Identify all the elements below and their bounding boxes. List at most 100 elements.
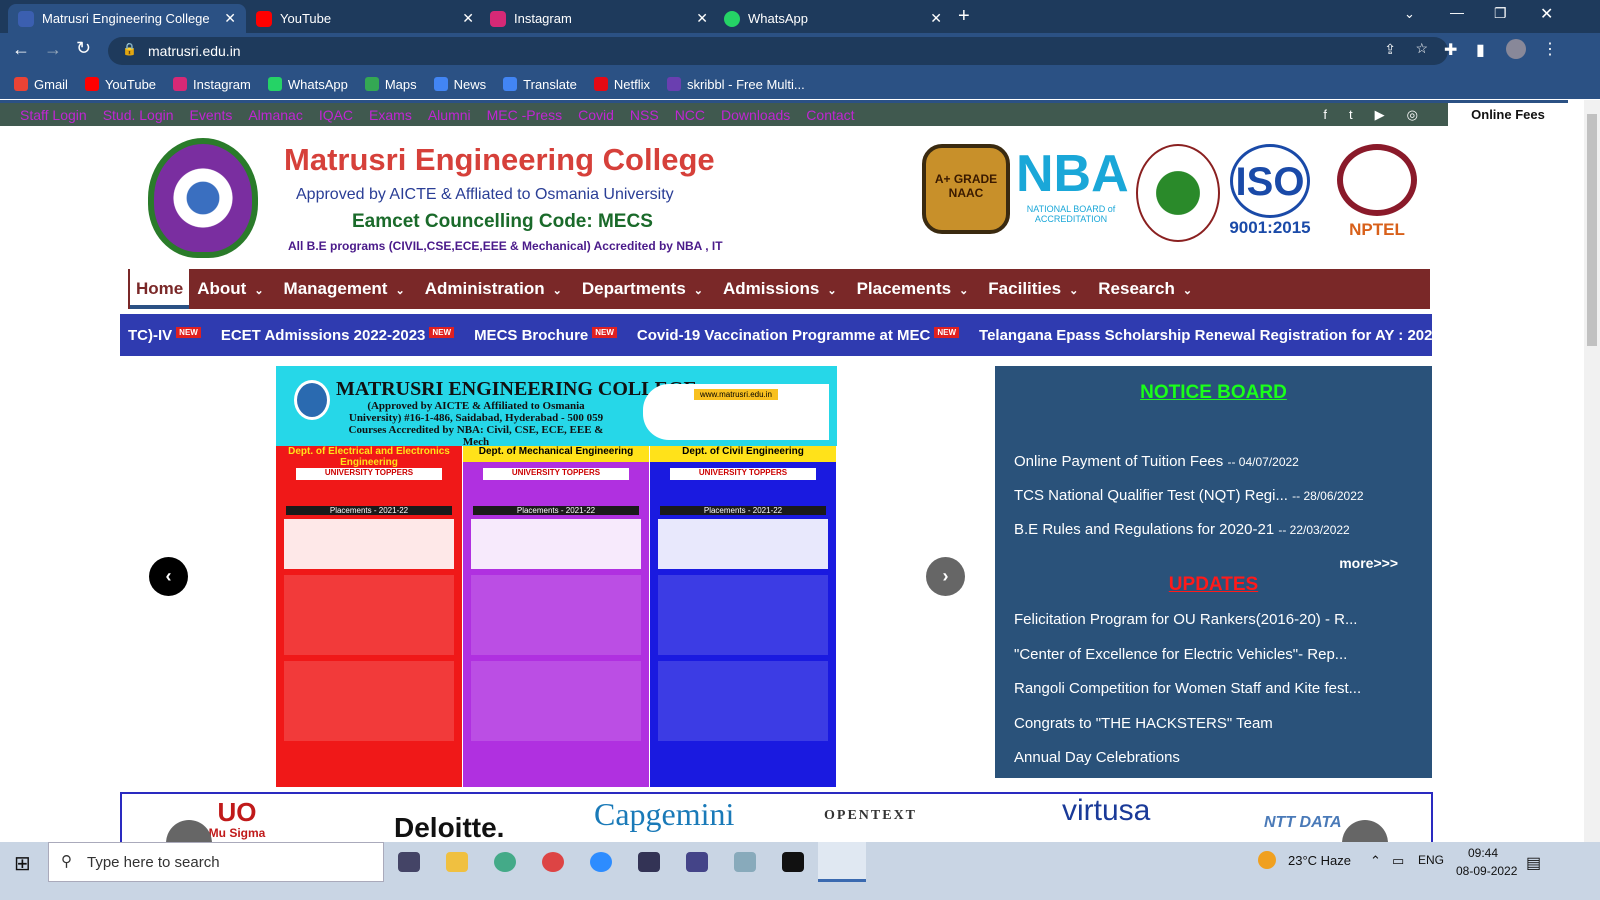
ticker-item[interactable]: MECS Brochure NEW: [474, 326, 617, 344]
notifications-icon[interactable]: ▤: [1526, 853, 1541, 873]
menu-item-research[interactable]: Research ⌄: [1090, 269, 1204, 309]
clock-time[interactable]: 09:44: [1468, 846, 1498, 860]
update-item[interactable]: Congrats to "THE HACKSTERS" Team: [1014, 715, 1273, 732]
bookmark-item[interactable]: Gmail: [14, 76, 68, 92]
update-item[interactable]: Rangoli Competition for Women Staff and …: [1014, 680, 1361, 697]
language-indicator[interactable]: ENG: [1418, 853, 1444, 867]
tab-youtube[interactable]: YouTube ✕: [246, 4, 484, 33]
college-crest-logo[interactable]: [148, 138, 258, 258]
terminal-icon[interactable]: [782, 852, 804, 872]
update-item[interactable]: Felicitation Program for OU Rankers(2016…: [1014, 611, 1357, 628]
carousel-next-button[interactable]: [1342, 820, 1388, 842]
ticker-item[interactable]: Covid-19 Vaccination Programme at MEC NEW: [637, 326, 960, 344]
topnav-link[interactable]: Covid: [578, 107, 614, 123]
bookmark-item[interactable]: YouTube: [84, 76, 156, 92]
bookmark-item[interactable]: Maps: [364, 76, 417, 92]
page-scrollbar[interactable]: [1584, 100, 1600, 842]
chrome-active-icon[interactable]: [818, 842, 866, 882]
close-tab-icon[interactable]: ✕: [462, 10, 474, 27]
menu-item-placements[interactable]: Placements ⌄: [849, 269, 981, 309]
forward-icon[interactable]: →: [44, 39, 62, 60]
bookmark-item[interactable]: Instagram: [173, 76, 251, 92]
topnav-link[interactable]: Events: [190, 107, 233, 123]
new-tab-icon[interactable]: +: [958, 5, 970, 28]
bookmark-item[interactable]: WhatsApp: [267, 76, 348, 92]
facebook-icon[interactable]: f: [1323, 107, 1327, 123]
topnav-link[interactable]: NSS: [630, 107, 659, 123]
instagram-icon[interactable]: ◎: [1407, 107, 1418, 123]
app-3d-icon[interactable]: [638, 852, 660, 872]
topnav-link[interactable]: Staff Login: [20, 107, 87, 123]
update-item[interactable]: "Center of Excellence for Electric Vehic…: [1014, 646, 1347, 663]
network-app-icon[interactable]: [686, 852, 708, 872]
zoom-icon[interactable]: [590, 852, 612, 872]
close-tab-icon[interactable]: ✕: [224, 10, 236, 27]
notepad-icon[interactable]: [734, 852, 756, 872]
topnav-link[interactable]: Stud. Login: [103, 107, 174, 123]
topnav-link[interactable]: NCC: [675, 107, 705, 123]
maximize-icon[interactable]: ❐: [1494, 5, 1507, 22]
scrollbar-thumb[interactable]: [1587, 114, 1597, 346]
tray-chevron-icon[interactable]: ⌃: [1370, 853, 1381, 869]
taskbar-search-input[interactable]: ⚲ Type here to search: [48, 842, 384, 882]
slider-next-button[interactable]: ›: [926, 557, 965, 596]
bookmark-item[interactable]: Translate: [503, 76, 577, 92]
task-view-icon[interactable]: [398, 852, 420, 872]
menu-item-facilities[interactable]: Facilities ⌄: [980, 269, 1090, 309]
chrome-profile-icon[interactable]: [542, 852, 564, 872]
file-explorer-icon[interactable]: [446, 852, 468, 872]
ticker-item[interactable]: TC)-IV NEW: [128, 326, 201, 344]
topnav-link[interactable]: Downloads: [721, 107, 790, 123]
side-panel-icon[interactable]: ▮: [1476, 40, 1485, 60]
notice-item[interactable]: B.E Rules and Regulations for 2020-21 --…: [1014, 521, 1350, 538]
menu-item-management[interactable]: Management ⌄: [276, 269, 417, 309]
tab-instagram[interactable]: Instagram ✕: [480, 4, 718, 33]
clock-date[interactable]: 08-09-2022: [1456, 864, 1517, 878]
topnav-link[interactable]: Almanac: [248, 107, 302, 123]
ticker-item[interactable]: Telangana Epass Scholarship Renewal Regi…: [979, 327, 1432, 344]
windows-start-icon[interactable]: ⊞: [14, 851, 31, 876]
menu-item-home[interactable]: Home: [130, 269, 190, 309]
close-tab-icon[interactable]: ✕: [930, 10, 942, 27]
weather-text[interactable]: 23°C Haze: [1288, 853, 1351, 868]
back-icon[interactable]: ←: [12, 39, 30, 60]
close-window-icon[interactable]: ✕: [1540, 4, 1553, 24]
topnav-link[interactable]: IQAC: [319, 107, 353, 123]
bookmark-item[interactable]: Netflix: [593, 76, 650, 92]
menu-item-departments[interactable]: Departments ⌄: [574, 269, 715, 309]
menu-kebab-icon[interactable]: ⋮: [1542, 39, 1558, 59]
bookmark-item[interactable]: skribbl - Free Multi...: [667, 76, 805, 92]
bookmark-item[interactable]: News: [433, 76, 486, 92]
notice-item[interactable]: TCS National Qualifier Test (NQT) Regi..…: [1014, 487, 1364, 504]
online-fees-button[interactable]: Online Fees: [1448, 103, 1568, 126]
notice-item[interactable]: Online Payment of Tuition Fees -- 04/07/…: [1014, 453, 1299, 470]
more-link[interactable]: more>>>: [1339, 555, 1398, 571]
topnav-link[interactable]: Alumni: [428, 107, 471, 123]
topnav-link[interactable]: Contact: [806, 107, 854, 123]
menu-item-admissions[interactable]: Admissions ⌄: [715, 269, 849, 309]
profile-avatar[interactable]: [1506, 39, 1526, 59]
menu-item-about[interactable]: About ⌄: [189, 269, 275, 309]
bookmark-star-icon[interactable]: ☆: [1415, 40, 1428, 57]
reload-icon[interactable]: ↻: [76, 38, 91, 59]
tab-whatsapp[interactable]: WhatsApp ✕: [714, 4, 952, 33]
slider-prev-button[interactable]: ‹: [149, 557, 188, 596]
tab-search-icon[interactable]: ⌄: [1404, 6, 1415, 22]
youtube-icon[interactable]: ▶: [1375, 107, 1385, 123]
chrome-icon[interactable]: [494, 852, 516, 872]
twitter-icon[interactable]: t: [1349, 107, 1353, 123]
poster-dept-column: Dept. of Civil Engineering UNIVERSITY TOP…: [650, 446, 836, 787]
minimize-icon[interactable]: —: [1450, 4, 1464, 20]
update-item[interactable]: Annual Day Celebrations: [1014, 749, 1180, 766]
poster-slide[interactable]: MATRUSRI ENGINEERING COLLEGE (Approved b…: [276, 366, 837, 787]
topnav-link[interactable]: MEC -Press: [487, 107, 562, 123]
ticker-item[interactable]: ECET Admissions 2022-2023 NEW: [221, 326, 455, 344]
share-icon[interactable]: ⇪: [1384, 41, 1396, 58]
network-icon[interactable]: ▭: [1392, 853, 1404, 869]
topnav-link[interactable]: Exams: [369, 107, 412, 123]
close-tab-icon[interactable]: ✕: [696, 10, 708, 27]
url-input[interactable]: 🔒 matrusri.edu.in ⇪ ☆: [108, 37, 1448, 65]
extensions-icon[interactable]: ✚: [1444, 40, 1457, 60]
tab-matrusri[interactable]: Matrusri Engineering College – Te ✕: [8, 4, 246, 33]
menu-item-administration[interactable]: Administration ⌄: [417, 269, 574, 309]
